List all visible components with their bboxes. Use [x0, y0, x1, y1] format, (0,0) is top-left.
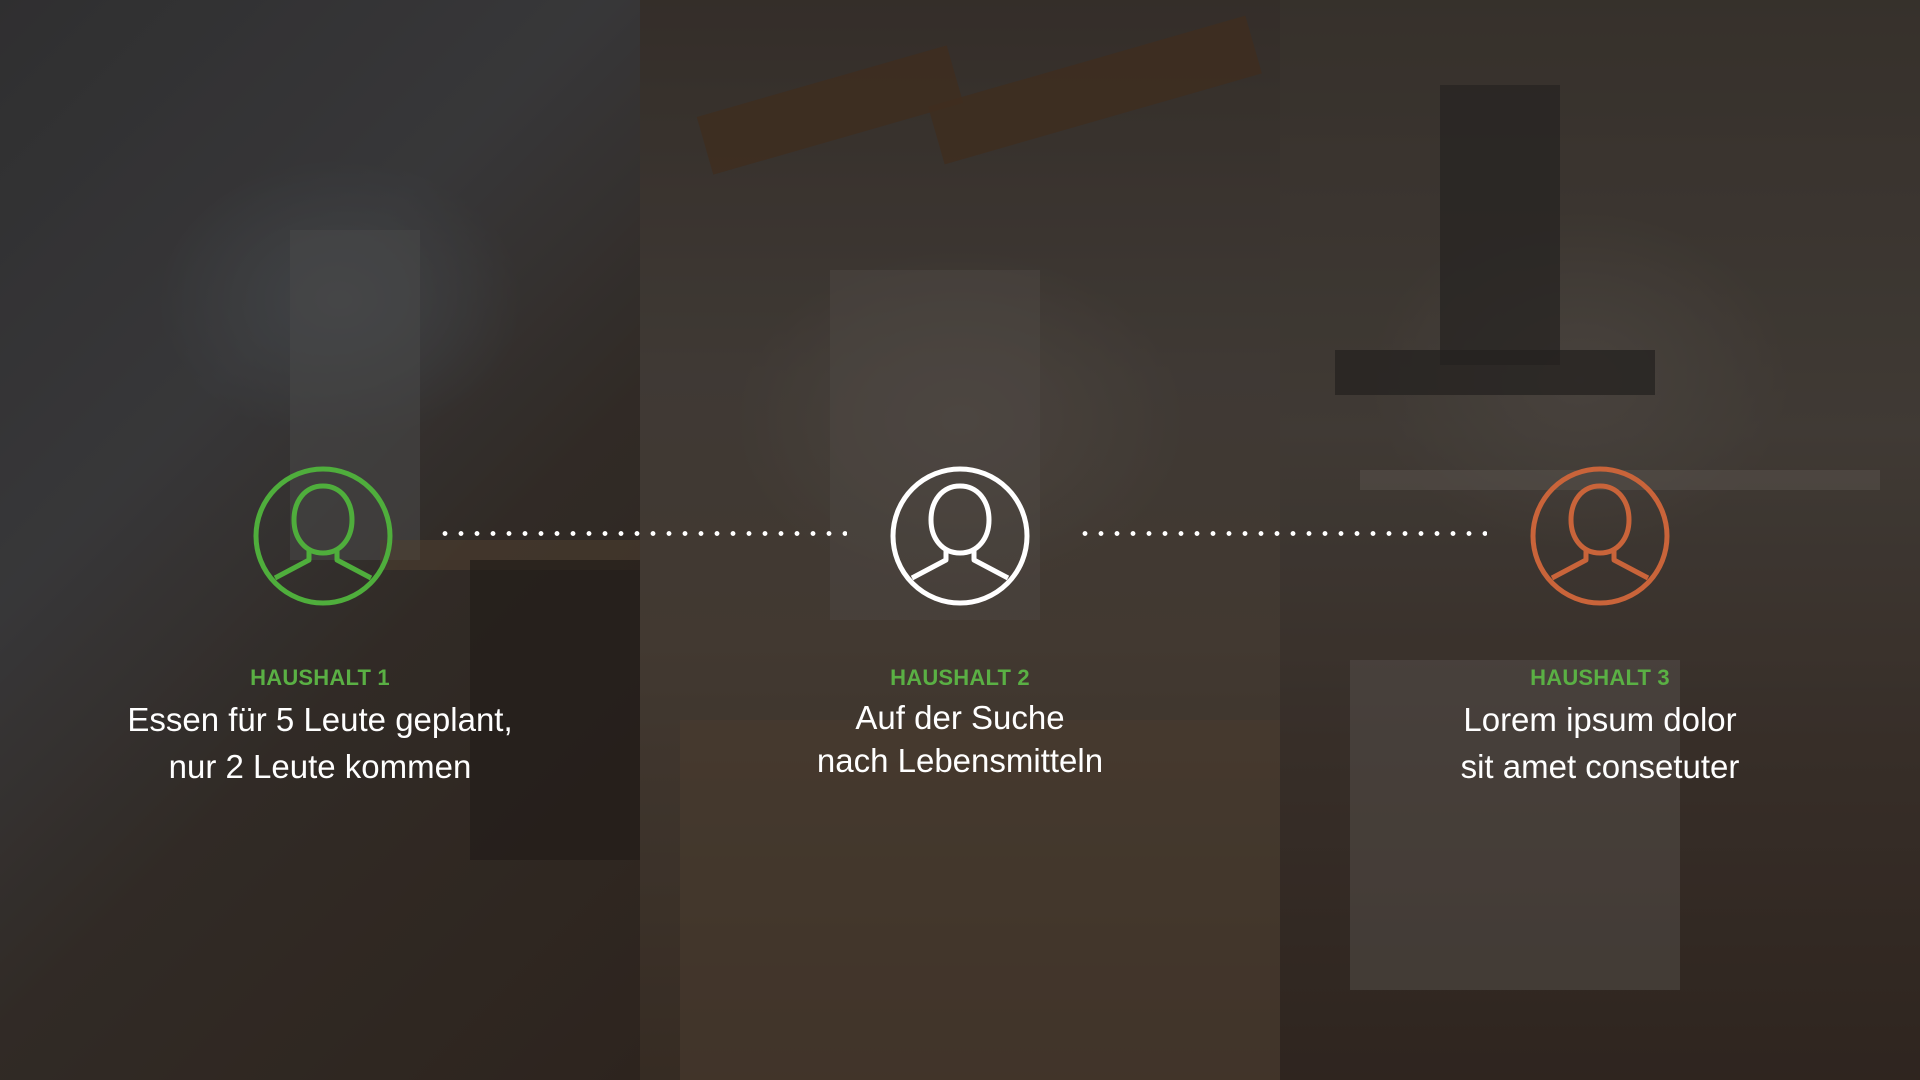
- household-description-line: Lorem ipsum dolor: [1463, 701, 1737, 738]
- household-1: HAUSHALT 1 Essen für 5 Leute geplant, nu…: [60, 660, 580, 790]
- user-icon: [253, 466, 393, 606]
- household-title: HAUSHALT 3: [1530, 665, 1670, 690]
- household-title: HAUSHALT 1: [250, 665, 390, 690]
- household-2: HAUSHALT 2 Auf der Suche nach Lebensmitt…: [700, 660, 1220, 782]
- household-description-line: Essen für 5 Leute geplant,: [127, 701, 513, 738]
- dotted-connector: [437, 531, 847, 536]
- user-icon: [890, 466, 1030, 606]
- household-description-line: nur 2 Leute kommen: [168, 748, 472, 785]
- household-description-line: sit amet consetuter: [1460, 748, 1740, 785]
- slide: HAUSHALT 1 Essen für 5 Leute geplant, nu…: [0, 0, 1920, 1080]
- household-description-line: nach Lebensmitteln: [816, 742, 1104, 779]
- household-description-line: Auf der Suche: [855, 699, 1065, 736]
- user-icon: [1530, 466, 1670, 606]
- dotted-connector: [1077, 531, 1487, 536]
- household-title: HAUSHALT 2: [890, 665, 1030, 690]
- household-3: HAUSHALT 3 Lorem ipsum dolor sit amet co…: [1340, 660, 1860, 790]
